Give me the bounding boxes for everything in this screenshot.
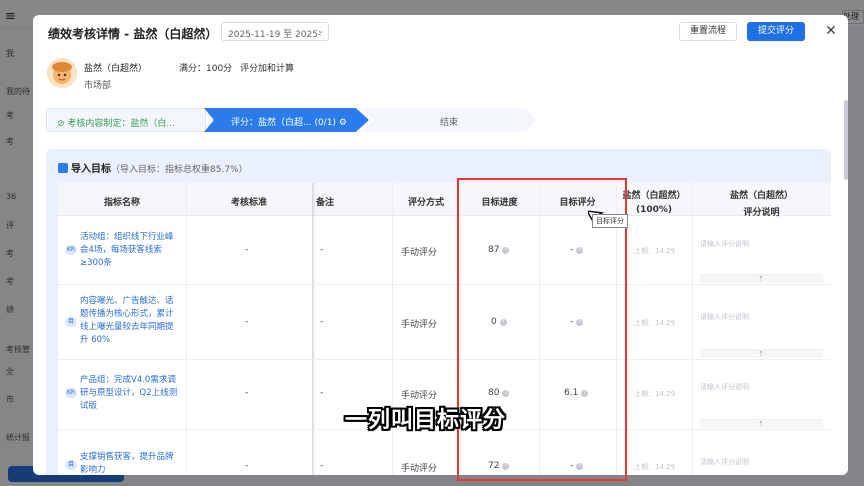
header-method: 评分方式 <box>392 183 460 216</box>
goal-badge: 目 <box>65 317 77 327</box>
table-row[interactable]: 目 支撑销售获客，提升品牌影响力 - - 手动评分 72 i -i 上期：14.2… <box>58 430 831 475</box>
method-cell: 手动评分 <box>401 320 438 330</box>
upload-bar[interactable]: ⇡ <box>700 274 823 283</box>
last-period-score: 上期：14.29 <box>634 390 676 398</box>
table-row[interactable]: KR 活动组：组织线下行业峰会4场，每场获客线索≥300条 - - 手动评分 8… <box>58 216 831 285</box>
card-subtitle: （导入目标：指标总权重85.7%） <box>111 165 248 175</box>
method-cell: 手动评分 <box>401 464 438 474</box>
chevron-down-icon: ⌄ <box>317 26 324 35</box>
kr-badge: KR <box>65 388 77 398</box>
remark-cell: - <box>320 317 324 327</box>
step-end[interactable]: 结束 <box>362 108 536 132</box>
comment-input[interactable]: 请输入评分说明 <box>700 239 749 249</box>
indicator-name[interactable]: 内容曝光、广告触达、话题传播为核心形式，累计线上曝光量较去年同期提升 60% <box>80 295 180 347</box>
last-period-score: 上期：14.29 <box>634 463 676 471</box>
date-range-value: 2025-11-19 至 2025- <box>228 30 322 40</box>
check-circle-icon: ⊘ <box>57 119 68 129</box>
full-score: 满分：100分 <box>179 64 233 74</box>
card-title: 导入目标（导入目标：指标总权重85.7%） <box>58 160 248 175</box>
avatar <box>47 58 77 88</box>
header-standard: 考核标准 <box>186 183 312 216</box>
goal-icon <box>58 163 68 173</box>
submit-score-button[interactable]: 提交评分 <box>747 22 805 41</box>
modal-header: 绩效考核详情 - 盐然（白超然） 2025-11-19 至 2025- ⌄ 重置… <box>33 15 848 49</box>
gear-icon: ⚙ <box>338 118 347 128</box>
employee-name: 盐然（白超然） <box>84 64 148 74</box>
employee-department: 市场部 <box>84 81 112 91</box>
process-steps: ⊘ 考核内容制定：盐然（白... 评分：盐然（白超... (0/1) ⚙ 结束 <box>46 108 536 132</box>
upload-bar[interactable]: ⇡ <box>700 349 823 358</box>
standard-cell: - <box>245 317 249 327</box>
close-icon[interactable]: ✕ <box>822 21 840 41</box>
modal-title: 绩效考核详情 - 盐然（白超然） <box>48 27 218 41</box>
standard-cell: - <box>245 388 249 398</box>
header-indicator: 指标名称 <box>58 183 186 216</box>
kr-badge: KR <box>65 245 77 255</box>
reset-flow-button[interactable]: 重置流程 <box>679 22 737 41</box>
upload-icon: ⇡ <box>758 275 764 283</box>
modal-scrollbar[interactable] <box>844 100 848 180</box>
comment-input[interactable]: 请输入评分说明 <box>700 457 749 467</box>
video-caption: 一列叫目标评分 <box>345 408 507 433</box>
upload-icon: ⇡ <box>758 420 764 428</box>
remark-cell: - <box>320 388 324 398</box>
upload-icon: ⇡ <box>758 350 764 358</box>
header-comment: 盐然（白超然） 评分说明 <box>692 183 831 218</box>
table-row[interactable]: 目 内容曝光、广告触达、话题传播为核心形式，累计线上曝光量较去年同期提升 60%… <box>58 285 831 360</box>
indicator-name[interactable]: 产品组：完成V4.0需求调研与原型设计，Q2上线测试版 <box>80 374 180 413</box>
standard-cell: - <box>245 461 249 471</box>
tooltip: 目标评分 <box>592 214 628 228</box>
step-scoring[interactable]: 评分：盐然（白超... (0/1) ⚙ <box>204 108 369 132</box>
comment-input[interactable]: 请输入评分说明 <box>700 382 749 392</box>
score-calculation: 评分加和计算 <box>240 64 295 74</box>
standard-cell: - <box>245 245 249 255</box>
last-period-score: 上期：14.29 <box>634 319 676 327</box>
remark-cell: - <box>320 461 324 471</box>
remark-cell: - <box>320 245 324 255</box>
step-goal-setting[interactable]: ⊘ 考核内容制定：盐然（白... <box>46 108 206 132</box>
header-remark: 备注 <box>312 183 392 216</box>
goal-badge: 目 <box>65 460 77 470</box>
header-rater: 盐然（白超然） (100%) <box>616 183 692 216</box>
indicator-name[interactable]: 支撑销售获客，提升品牌影响力 <box>80 451 180 475</box>
indicator-name[interactable]: 活动组：组织线下行业峰会4场，每场获客线索≥300条 <box>80 231 180 270</box>
method-cell: 手动评分 <box>401 391 438 401</box>
comment-input[interactable]: 请输入评分说明 <box>700 312 749 322</box>
last-period-score: 上期：14.29 <box>634 247 676 255</box>
upload-bar[interactable]: ⇡ <box>700 419 823 428</box>
date-range-select[interactable]: 2025-11-19 至 2025- ⌄ <box>221 22 329 41</box>
method-cell: 手动评分 <box>401 248 438 258</box>
